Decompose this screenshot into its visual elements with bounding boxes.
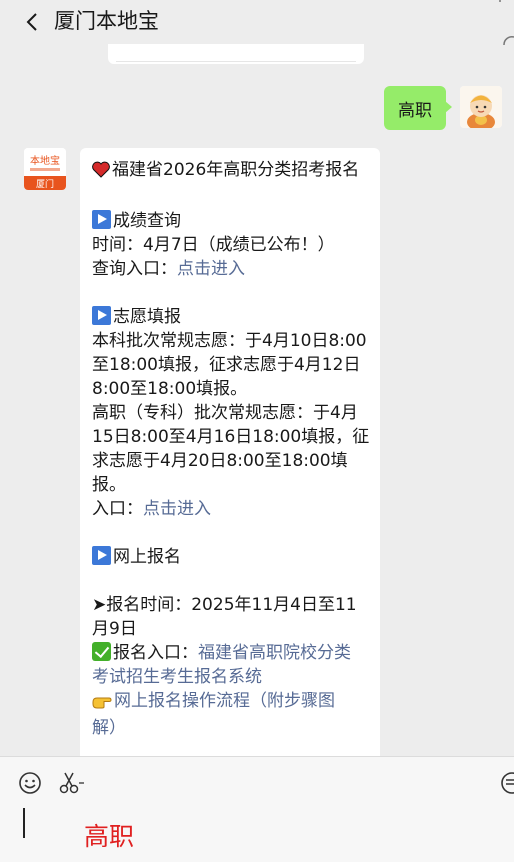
query-entry-link[interactable]: 点击进入: [177, 259, 245, 279]
my-message-text: 高职: [398, 100, 432, 121]
chat-header: 厦门本地宝: [0, 0, 514, 46]
bot-line: 报名入口：福建省高职院校分类: [92, 641, 380, 665]
registration-system-link-cont[interactable]: 考试招生考生报名系统: [92, 665, 380, 689]
chat-menu-icon[interactable]: [500, 771, 514, 799]
volunteer-entry-link[interactable]: 点击进入: [143, 499, 211, 519]
registration-guide-link[interactable]: 网上报名操作流程（附步骤图: [114, 691, 335, 711]
bot-line: 福建省2026年高职分类招考报名: [92, 158, 380, 185]
previous-message-bubble: [108, 44, 364, 64]
bot-avatar-top-text: 本地宝: [30, 154, 60, 167]
chevron-left-icon: [26, 13, 37, 31]
bot-line: 入口：点击进入: [92, 499, 211, 519]
more-icon[interactable]: [502, 30, 514, 46]
bot-line: 时间：4月7日（成绩已公布！）: [92, 235, 335, 255]
input-toolbar: [0, 756, 514, 862]
bot-avatar[interactable]: 本地宝 厦门: [24, 148, 66, 190]
bot-line: 高职（专科）批次常规志愿：于4月: [92, 403, 358, 423]
my-message-bubble[interactable]: 高职: [384, 86, 452, 130]
play-icon: [92, 306, 111, 325]
bot-line: 查询入口：点击进入: [92, 259, 245, 279]
bot-section-heading: 志愿填报: [92, 305, 380, 329]
bot-section-heading: 网上报名: [92, 545, 380, 569]
bot-line: ➤报名时间：2025年11月4日至11: [92, 595, 357, 615]
bot-avatar-bottom-text: 厦门: [36, 178, 54, 190]
bot-line: 报。: [92, 475, 126, 495]
registration-guide-link-cont[interactable]: 解）: [92, 716, 380, 740]
text-cursor: [23, 808, 25, 838]
bot-section-heading: 成绩查询: [92, 209, 380, 233]
bot-line: 至18:00填报，征求志愿于4月12日: [92, 355, 361, 375]
pointing-hand-icon: [92, 692, 112, 716]
registration-system-link[interactable]: 福建省高职院校分类: [198, 643, 351, 663]
scissors-icon[interactable]: [58, 771, 86, 799]
heart-icon: [92, 161, 110, 185]
play-icon: [92, 546, 111, 565]
bot-line: 求志愿于4月20日8:00至18:00填: [92, 451, 348, 471]
message-input[interactable]: 高职: [84, 820, 134, 854]
bot-line: 网上报名操作流程（附步骤图: [92, 689, 380, 716]
chat-title: 厦门本地宝: [54, 9, 159, 33]
bot-line: 月9日: [92, 619, 137, 639]
bot-line: 8:00至18:00填报。: [92, 379, 248, 399]
bot-line: 15日8:00至4月16日18:00填报，征: [92, 427, 370, 447]
my-message-row: 高职: [384, 86, 502, 130]
back-button[interactable]: [22, 12, 42, 32]
check-icon: [92, 642, 111, 661]
play-icon: [92, 210, 111, 229]
my-avatar[interactable]: [460, 86, 502, 128]
bot-line: 本科批次常规志愿：于4月10日8:00: [92, 331, 367, 351]
add-icon[interactable]: [494, 0, 514, 12]
bot-message-bubble: 福建省2026年高职分类招考报名 成绩查询 时间：4月7日（成绩已公布！） 查询…: [80, 148, 380, 788]
smiley-icon[interactable]: [18, 771, 42, 799]
